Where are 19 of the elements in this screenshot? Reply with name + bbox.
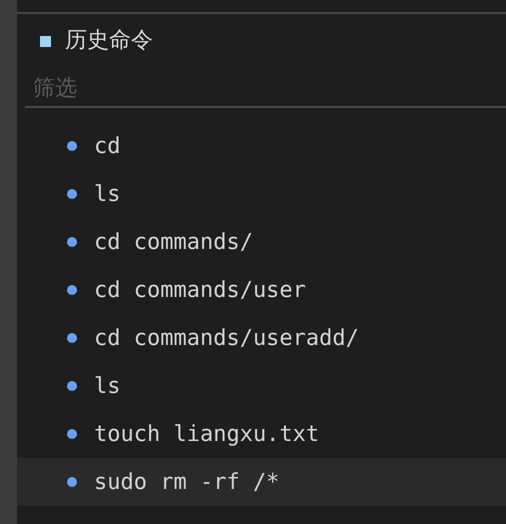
- panel-title: 历史命令: [65, 30, 153, 52]
- bullet-icon: [67, 189, 77, 199]
- history-item[interactable]: ls: [17, 170, 506, 218]
- history-item[interactable]: cd commands/useradd/: [17, 314, 506, 362]
- history-item[interactable]: cd commands/: [17, 218, 506, 266]
- square-icon: [40, 36, 51, 46]
- bullet-icon: [67, 477, 77, 487]
- history-item[interactable]: sudo rm -rf /*: [17, 458, 506, 506]
- history-item[interactable]: cd: [17, 122, 506, 170]
- filter-field[interactable]: 筛选: [25, 70, 506, 108]
- history-item[interactable]: touch liangxu.txt: [17, 410, 506, 458]
- history-item[interactable]: cd commands/user: [17, 266, 506, 314]
- bullet-icon: [67, 333, 77, 343]
- bullet-icon: [67, 429, 77, 439]
- bullet-icon: [67, 285, 77, 295]
- bullet-icon: [67, 141, 77, 151]
- bullet-icon: [67, 237, 77, 247]
- history-item[interactable]: ls: [17, 362, 506, 410]
- bullet-icon: [67, 381, 77, 391]
